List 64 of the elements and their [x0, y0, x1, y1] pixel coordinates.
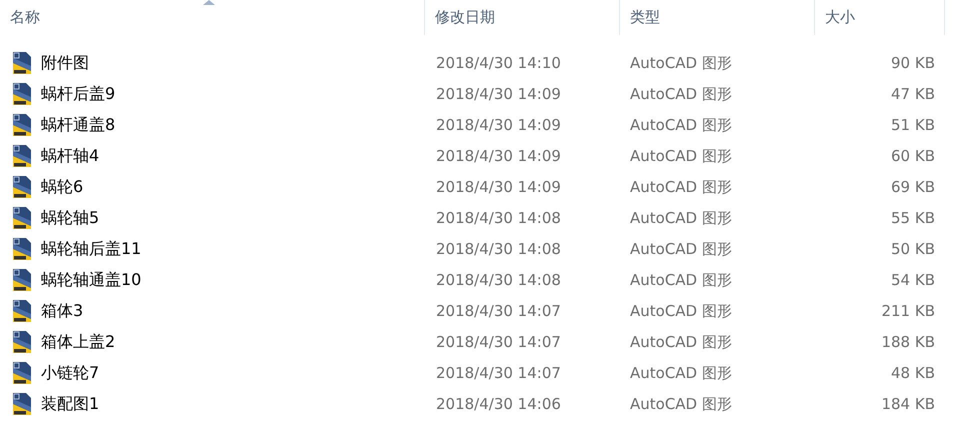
file-name[interactable]: 箱体上盖2: [41, 330, 116, 354]
modified-date: 2018/4/30 14:07: [436, 302, 561, 320]
file-type: AutoCAD 图形: [630, 54, 732, 72]
file-size: 54 KB: [891, 270, 935, 288]
dwg-file-icon: [11, 330, 33, 354]
dwg-file-icon: [11, 392, 33, 416]
file-size: 69 KB: [891, 178, 935, 196]
file-type: AutoCAD 图形: [630, 240, 732, 258]
dwg-file-icon: [11, 268, 33, 292]
file-size: 50 KB: [891, 240, 935, 258]
file-size: 47 KB: [891, 84, 935, 102]
dwg-file-icon: [11, 174, 33, 198]
file-type: AutoCAD 图形: [630, 116, 732, 134]
modified-date: 2018/4/30 14:08: [436, 270, 561, 288]
file-name[interactable]: 蜗轮轴后盖11: [41, 236, 142, 260]
file-type: AutoCAD 图形: [630, 302, 732, 320]
dwg-file-icon: [11, 50, 33, 74]
file-name[interactable]: 附件图: [41, 50, 89, 74]
file-size: 188 KB: [881, 332, 935, 350]
column-header[interactable]: 类型: [630, 6, 660, 29]
file-name[interactable]: 箱体3: [41, 298, 84, 322]
file-name[interactable]: 蜗杆后盖9: [41, 82, 116, 106]
modified-date: 2018/4/30 14:07: [436, 364, 561, 382]
file-size: 48 KB: [891, 364, 935, 382]
file-type: AutoCAD 图形: [630, 270, 732, 288]
file-type: AutoCAD 图形: [630, 178, 732, 196]
dwg-file-icon: [11, 206, 33, 230]
modified-date: 2018/4/30 14:09: [436, 178, 561, 196]
modified-date: 2018/4/30 14:10: [436, 54, 561, 72]
modified-date: 2018/4/30 14:09: [436, 116, 561, 134]
file-type: AutoCAD 图形: [630, 364, 732, 382]
modified-date: 2018/4/30 14:09: [436, 84, 561, 102]
file-size: 55 KB: [891, 208, 935, 226]
file-type: AutoCAD 图形: [630, 394, 732, 412]
column-header[interactable]: 名称: [10, 6, 40, 29]
file-name[interactable]: 小链轮7: [41, 360, 100, 384]
dwg-file-icon: [11, 236, 33, 260]
column-header[interactable]: 修改日期: [435, 6, 495, 29]
dwg-file-icon: [11, 82, 33, 106]
file-name[interactable]: 蜗杆通盖8: [41, 112, 116, 136]
file-name[interactable]: 蜗杆轴4: [41, 144, 100, 168]
file-name[interactable]: 蜗轮轴通盖10: [41, 268, 142, 292]
dwg-file-icon: [11, 112, 33, 136]
file-type: AutoCAD 图形: [630, 146, 732, 164]
file-size: 90 KB: [891, 54, 935, 72]
dwg-file-icon: [11, 144, 33, 168]
file-size: 184 KB: [881, 394, 935, 412]
modified-date: 2018/4/30 14:06: [436, 394, 561, 412]
dwg-file-icon: [11, 298, 33, 322]
file-size: 51 KB: [891, 116, 935, 134]
file-name[interactable]: 装配图1: [41, 392, 100, 416]
column-header[interactable]: 大小: [825, 6, 855, 29]
file-type: AutoCAD 图形: [630, 84, 732, 102]
file-size: 60 KB: [891, 146, 935, 164]
file-name[interactable]: 蜗轮轴5: [41, 206, 100, 230]
dwg-file-icon: [11, 360, 33, 384]
modified-date: 2018/4/30 14:09: [436, 146, 561, 164]
modified-date: 2018/4/30 14:07: [436, 332, 561, 350]
file-type: AutoCAD 图形: [630, 208, 732, 226]
file-type: AutoCAD 图形: [630, 332, 732, 350]
file-name[interactable]: 蜗轮6: [41, 174, 84, 198]
modified-date: 2018/4/30 14:08: [436, 208, 561, 226]
file-size: 211 KB: [881, 302, 935, 320]
modified-date: 2018/4/30 14:08: [436, 240, 561, 258]
